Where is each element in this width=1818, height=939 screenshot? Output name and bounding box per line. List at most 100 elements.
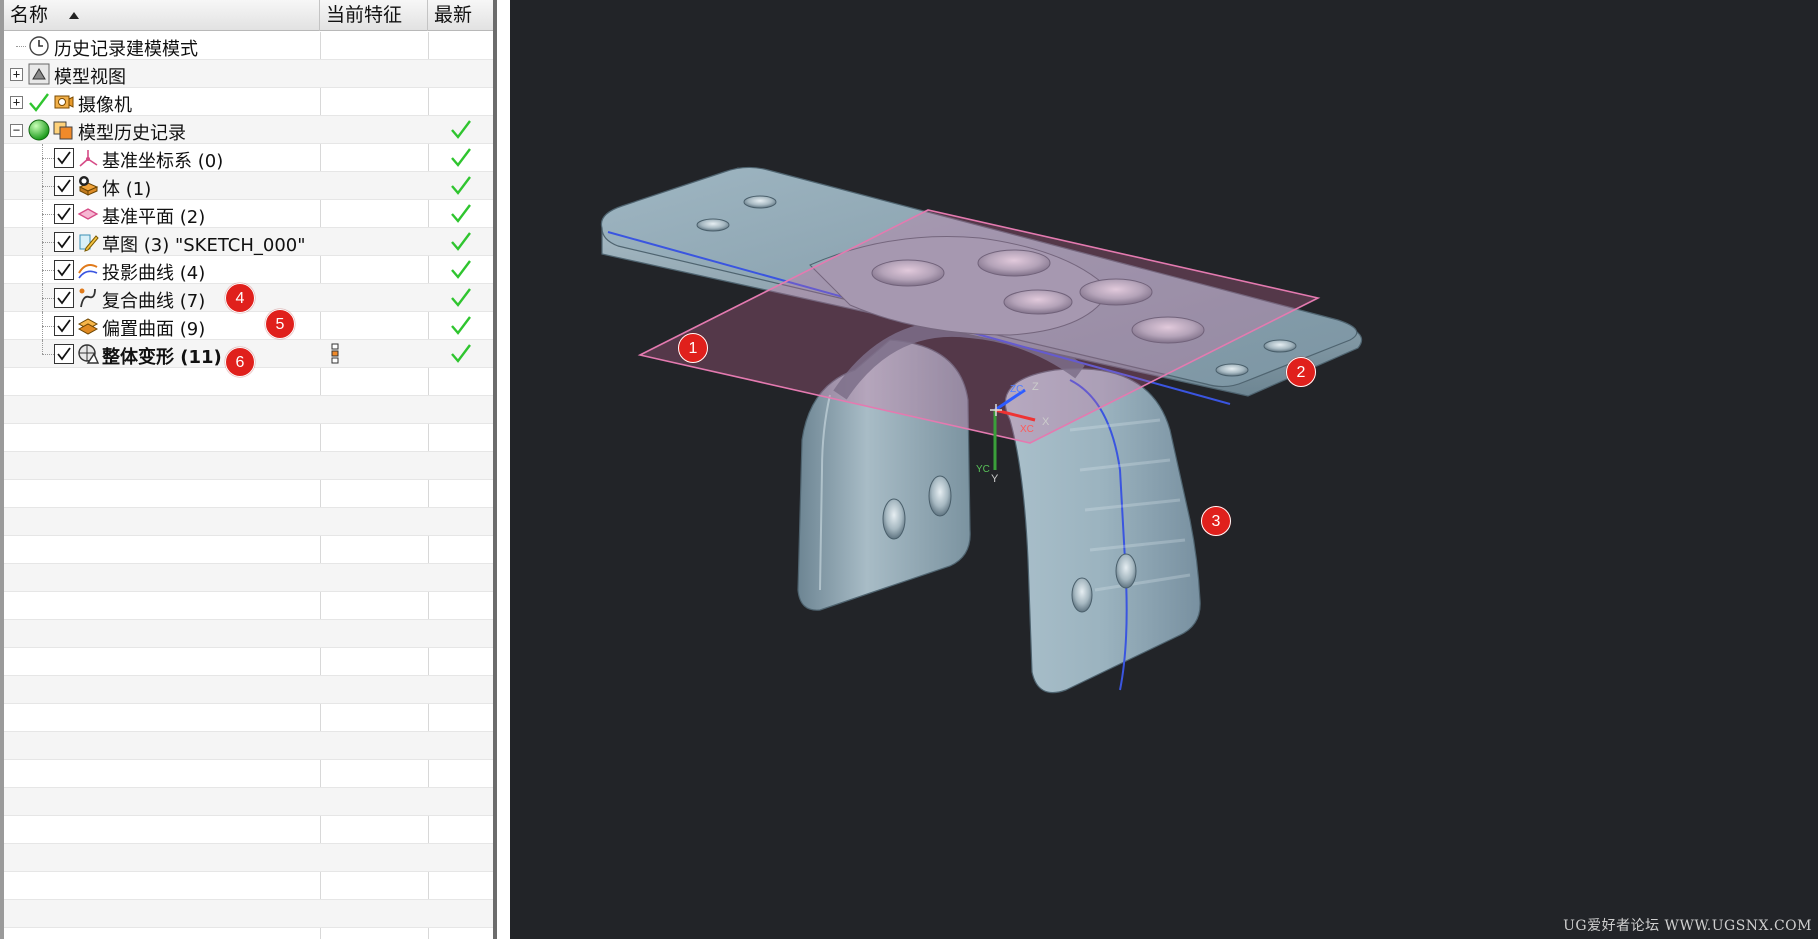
current-feature-cell	[320, 60, 427, 88]
empty-row	[4, 508, 493, 536]
global-shaping-icon	[77, 343, 100, 365]
column-header-name[interactable]: 名称	[4, 0, 320, 31]
empty-row	[4, 872, 493, 900]
feature-visibility-checkbox[interactable]	[54, 148, 74, 168]
collapse-icon[interactable]: −	[10, 124, 23, 137]
tree-node[interactable]: 偏置曲面 (9)	[4, 312, 493, 340]
tree-connector	[42, 340, 43, 354]
feature-visibility-checkbox[interactable]	[54, 344, 74, 364]
current-feature-marker-icon	[320, 340, 427, 368]
feature-visibility-checkbox[interactable]	[54, 260, 74, 280]
empty-row	[4, 816, 493, 844]
tree-node[interactable]: − 模型历史记录	[4, 116, 493, 144]
node-label: 摄像机	[78, 95, 132, 116]
up-to-date-check-icon	[450, 202, 472, 228]
up-to-date-check-icon	[450, 342, 472, 368]
empty-row	[4, 424, 493, 452]
empty-row	[4, 732, 493, 760]
latest-cell	[428, 200, 493, 228]
xc-label: XC	[1020, 424, 1034, 435]
empty-row	[4, 564, 493, 592]
datum-csys-icon	[77, 147, 99, 169]
node-label: 模型历史记录	[78, 123, 186, 144]
projected-curve-icon	[77, 259, 99, 281]
current-feature-cell	[320, 228, 427, 256]
up-to-date-check-icon	[450, 258, 472, 284]
current-feature-cell	[320, 200, 427, 228]
expand-icon[interactable]: +	[10, 96, 23, 109]
feature-visibility-checkbox[interactable]	[54, 316, 74, 336]
current-feature-cell	[320, 116, 427, 144]
empty-row	[4, 480, 493, 508]
node-label: 复合曲线 (7)	[102, 291, 206, 312]
node-label: 基准坐标系 (0)	[102, 151, 224, 172]
tree-node[interactable]: 基准平面 (2)	[4, 200, 493, 228]
tree-node[interactable]: 投影曲线 (4)	[4, 256, 493, 284]
feature-visibility-checkbox[interactable]	[54, 232, 74, 252]
node-label: 历史记录建模模式	[54, 39, 198, 60]
visible-check-icon[interactable]	[28, 91, 50, 113]
part-navigator: 名称 当前特征 最新 历史记录建模模式 + 模型视图 + 摄像机 − 模型历史记录基准坐标系…	[0, 0, 497, 939]
sort-ascending-icon	[69, 12, 79, 19]
tree-node[interactable]: 体 (1)	[4, 172, 493, 200]
camera-icon	[52, 91, 74, 113]
current-feature-cell	[320, 256, 427, 284]
status-ok-icon	[28, 119, 50, 141]
history-clock-icon	[28, 35, 50, 57]
current-feature-cell	[320, 284, 427, 312]
empty-row	[4, 452, 493, 480]
tree-connector	[42, 158, 54, 159]
up-to-date-check-icon	[450, 118, 472, 144]
current-feature-cell	[320, 32, 427, 60]
node-name-cell: 投影曲线 (4)	[4, 256, 319, 284]
callout-badge-5: 5	[265, 309, 295, 339]
zc-label: ZC	[1010, 384, 1023, 395]
tree-node[interactable]: 基准坐标系 (0)	[4, 144, 493, 172]
tree-node[interactable]: 历史记录建模模式	[4, 32, 493, 60]
node-label: 偏置曲面 (9)	[102, 319, 206, 340]
expand-icon[interactable]: +	[10, 68, 23, 81]
latest-cell	[428, 256, 493, 284]
current-feature-cell	[320, 172, 427, 200]
callout-badge-6: 6	[225, 347, 255, 377]
current-feature-cell	[320, 312, 427, 340]
node-name-cell: 草图 (3) "SKETCH_000"	[4, 228, 319, 256]
up-to-date-check-icon	[450, 286, 472, 312]
callout-badge-2: 2	[1286, 357, 1316, 387]
node-name-cell: 基准坐标系 (0)	[4, 144, 319, 172]
tree-connector	[42, 186, 54, 187]
callout-badge-3: 3	[1201, 506, 1231, 536]
tree-connector	[42, 354, 54, 355]
empty-row	[4, 704, 493, 732]
feature-visibility-checkbox[interactable]	[54, 288, 74, 308]
latest-cell	[428, 312, 493, 340]
offset-surface-icon	[77, 315, 99, 337]
feature-visibility-checkbox[interactable]	[54, 176, 74, 196]
feature-visibility-checkbox[interactable]	[54, 204, 74, 224]
empty-row	[4, 536, 493, 564]
model-canvas[interactable]: ZC Z XC X YC Y	[510, 0, 1818, 939]
tree-node[interactable]: + 摄像机	[4, 88, 493, 116]
navigator-tree: 历史记录建模模式 + 模型视图 + 摄像机 − 模型历史记录基准坐标系 (0) 体 (1) 基准…	[4, 32, 493, 928]
empty-row	[4, 396, 493, 424]
node-label: 草图 (3) "SKETCH_000"	[102, 235, 306, 256]
tree-node[interactable]: + 模型视图	[4, 60, 493, 88]
node-name-cell: 复合曲线 (7)	[4, 284, 319, 312]
latest-cell	[428, 172, 493, 200]
graphics-viewport[interactable]: ZC Z XC X YC Y 1 2 3 UG爱好者论坛 WWW.UGSNX.C…	[510, 0, 1818, 939]
node-label: 整体变形 (11)	[102, 347, 222, 368]
column-name-label: 名称	[10, 4, 49, 26]
column-header-current-feature[interactable]: 当前特征	[320, 0, 428, 31]
current-feature-cell	[320, 88, 427, 116]
node-label: 模型视图	[54, 67, 126, 88]
node-name-cell: + 摄像机	[4, 88, 319, 116]
yc-label: YC	[976, 464, 990, 475]
tree-connector	[16, 46, 26, 47]
latest-cell	[428, 144, 493, 172]
empty-row	[4, 844, 493, 872]
tree-node[interactable]: 草图 (3) "SKETCH_000"	[4, 228, 493, 256]
column-header-latest[interactable]: 最新	[428, 0, 493, 31]
body-icon	[77, 175, 99, 197]
empty-row	[4, 648, 493, 676]
callout-badge-1: 1	[678, 333, 708, 363]
